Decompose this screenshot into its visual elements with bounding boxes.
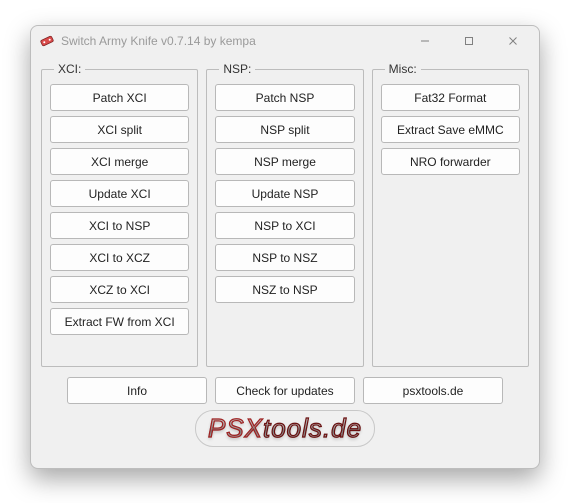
info-button[interactable]: Info xyxy=(67,377,207,404)
psxtools-link-button[interactable]: psxtools.de xyxy=(363,377,503,404)
bottom-row: Info Check for updates psxtools.de xyxy=(41,377,529,404)
patch-xci-button[interactable]: Patch XCI xyxy=(50,84,189,111)
window-title: Switch Army Knife v0.7.14 by kempa xyxy=(61,34,403,48)
update-nsp-button[interactable]: Update NSP xyxy=(215,180,354,207)
nsp-merge-button[interactable]: NSP merge xyxy=(215,148,354,175)
app-icon xyxy=(39,33,55,49)
fat32-format-button[interactable]: Fat32 Format xyxy=(381,84,520,111)
logo-text-psx: PSX xyxy=(208,413,263,443)
xci-split-button[interactable]: XCI split xyxy=(50,116,189,143)
xci-button-column: Patch XCI XCI split XCI merge Update XCI… xyxy=(50,84,189,335)
group-misc-legend: Misc: xyxy=(385,62,421,76)
columns: XCI: Patch XCI XCI split XCI merge Updat… xyxy=(41,62,529,367)
check-updates-button[interactable]: Check for updates xyxy=(215,377,355,404)
nsz-to-nsp-button[interactable]: NSZ to NSP xyxy=(215,276,354,303)
close-button[interactable] xyxy=(491,26,535,56)
logo-text-rest: tools.de xyxy=(263,413,362,443)
nsp-split-button[interactable]: NSP split xyxy=(215,116,354,143)
minimize-button[interactable] xyxy=(403,26,447,56)
nro-forwarder-button[interactable]: NRO forwarder xyxy=(381,148,520,175)
nsp-button-column: Patch NSP NSP split NSP merge Update NSP… xyxy=(215,84,354,303)
maximize-button[interactable] xyxy=(447,26,491,56)
extract-save-emmc-button[interactable]: Extract Save eMMC xyxy=(381,116,520,143)
titlebar: Switch Army Knife v0.7.14 by kempa xyxy=(31,26,539,56)
client-area: XCI: Patch XCI XCI split XCI merge Updat… xyxy=(31,56,539,453)
extract-fw-from-xci-button[interactable]: Extract FW from XCI xyxy=(50,308,189,335)
nsp-to-nsz-button[interactable]: NSP to NSZ xyxy=(215,244,354,271)
patch-nsp-button[interactable]: Patch NSP xyxy=(215,84,354,111)
xci-to-nsp-button[interactable]: XCI to NSP xyxy=(50,212,189,239)
misc-button-column: Fat32 Format Extract Save eMMC NRO forwa… xyxy=(381,84,520,175)
update-xci-button[interactable]: Update XCI xyxy=(50,180,189,207)
group-misc: Misc: Fat32 Format Extract Save eMMC NRO… xyxy=(372,62,529,367)
app-window: Switch Army Knife v0.7.14 by kempa XCI: … xyxy=(30,25,540,469)
logo-wrap: PSXtools.de xyxy=(41,410,529,447)
psxtools-logo: PSXtools.de xyxy=(195,410,375,447)
group-xci-legend: XCI: xyxy=(54,62,85,76)
group-xci: XCI: Patch XCI XCI split XCI merge Updat… xyxy=(41,62,198,367)
nsp-to-xci-button[interactable]: NSP to XCI xyxy=(215,212,354,239)
xci-to-xcz-button[interactable]: XCI to XCZ xyxy=(50,244,189,271)
xcz-to-xci-button[interactable]: XCZ to XCI xyxy=(50,276,189,303)
xci-merge-button[interactable]: XCI merge xyxy=(50,148,189,175)
window-controls xyxy=(403,26,535,56)
group-nsp: NSP: Patch NSP NSP split NSP merge Updat… xyxy=(206,62,363,367)
group-nsp-legend: NSP: xyxy=(219,62,255,76)
